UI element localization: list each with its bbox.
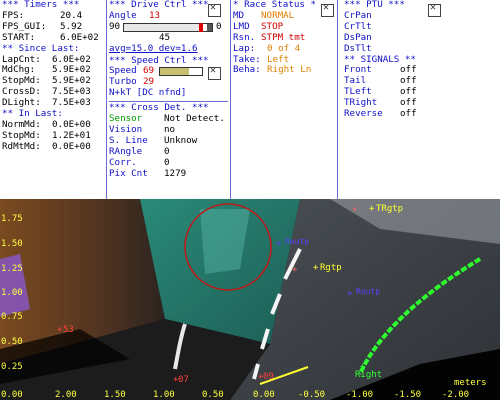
- race-row: Rsn. STPM tmt: [233, 31, 333, 44]
- y-tick-label: 0.00: [1, 390, 23, 400]
- signal-row: Reverse off: [344, 108, 444, 120]
- drive-ctrl-close-icon[interactable]: [208, 3, 221, 17]
- trgtp-label: TRgtp: [376, 204, 403, 214]
- timers-rows: FPS: 20.4 FPS_GUI: 5.92 START: 6.0E+02: [2, 10, 105, 44]
- race-label: Rsn.: [233, 31, 256, 43]
- ptu-item: DsTlt: [344, 42, 372, 54]
- speed-bar-fill: [160, 68, 189, 76]
- x-tick-label: -0.50: [298, 390, 325, 400]
- in-last-rows: NormMd: 0.0E+00 StopMd: 1.2E+01 RdMtMd: 0.0…: [2, 119, 105, 153]
- drive-ctrl-panel: *** Drive Ctrl *** Angle 13 90 0 45 avg=…: [109, 0, 228, 199]
- since-last-header: ** Since Last:: [2, 42, 80, 54]
- y-tick-label: 1.50: [1, 239, 23, 249]
- inlast-row: RdMtMd: 0.0E+00: [2, 140, 105, 153]
- x-axis-units: meters: [454, 378, 487, 388]
- race-status-close-icon[interactable]: [321, 3, 334, 17]
- ptu-panel: *** PTU *** CrPan CrTlt DsPan DsTlt ** S…: [344, 0, 444, 199]
- panel-divider: [230, 0, 231, 199]
- inlast-label: RdMtMd:: [2, 140, 41, 152]
- y-tick-label: 1.00: [1, 288, 23, 298]
- race-label: Lap:: [233, 42, 256, 54]
- x-tick-label: 1.50: [104, 390, 126, 400]
- race-value: 0 of 4: [267, 42, 301, 54]
- marker-rgtp: + Rgtp: [313, 263, 342, 273]
- angle-slider-end: [207, 24, 212, 32]
- nkt-text: N+kT [DC nfnd]: [109, 87, 187, 99]
- routp1-label: Routp: [285, 237, 309, 246]
- marker-07-label: 07: [178, 375, 189, 385]
- race-row: Lap: 0 of 4: [233, 42, 333, 55]
- cross-value: 1279: [164, 167, 187, 179]
- angle-slider[interactable]: [123, 23, 213, 33]
- x-tick-label: -1.50: [394, 390, 421, 400]
- trgtp-marker-icon: +: [369, 204, 375, 214]
- panel-divider: [106, 0, 107, 199]
- timer-value: 6.0E+02: [60, 31, 99, 43]
- routp1-marker-icon: +: [276, 239, 282, 249]
- speed-ctrl-close-icon[interactable]: [208, 66, 221, 80]
- right-label: Right: [355, 370, 382, 380]
- routp2-label: Routp: [356, 287, 380, 296]
- marker-09-label: 09: [263, 372, 274, 382]
- race-label: Beha:: [233, 64, 261, 76]
- app-root: *** Timers *** FPS: 20.4 FPS_GUI: 5.92 STA…: [0, 0, 500, 400]
- angle-slider-fill: [124, 24, 200, 32]
- routp2-marker-icon: +: [347, 289, 353, 299]
- ptu-close-icon[interactable]: [428, 3, 441, 17]
- race-status-panel: * Race Status * MD NORMAL LMD STOP Rsn. STP…: [233, 0, 333, 199]
- angle-value: 13: [149, 9, 161, 21]
- y-tick-label: 0.25: [1, 362, 23, 372]
- rgtp-label: Rgtp: [320, 263, 342, 273]
- red-marker-icon: +: [292, 265, 298, 275]
- cross-label: Corr.: [109, 156, 137, 168]
- slider-min-label: 90: [109, 20, 121, 32]
- race-value: Right Ln: [267, 64, 312, 76]
- timer-label: START:: [2, 31, 36, 43]
- cross-label: Pix Cnt: [109, 167, 148, 179]
- camera-view: + TRgtp + Rgtp + Routp + Routp + Right +…: [0, 199, 500, 400]
- signal-label: Reverse: [344, 108, 383, 120]
- y-tick-label: 1.75: [1, 214, 23, 224]
- cross-value: 0: [164, 156, 170, 168]
- marker-53-label: 53: [63, 325, 74, 335]
- cross-row: Corr. 0: [109, 156, 228, 169]
- ptu-item: DsPan: [344, 31, 372, 43]
- x-tick-label: 0.50: [202, 390, 224, 400]
- speed-bar: [159, 67, 203, 77]
- angle-slider-handle[interactable]: [198, 23, 203, 33]
- x-tick-label: 0.00: [253, 390, 275, 400]
- timers-panel: *** Timers *** FPS: 20.4 FPS_GUI: 5.92 STA…: [2, 0, 105, 199]
- signal-value: off: [400, 108, 417, 120]
- marker-trgtp: + TRgtp: [369, 204, 403, 214]
- timer-row: START: 6.0E+02: [2, 31, 105, 44]
- angle-slider-row: 90 0: [109, 20, 228, 33]
- rgtp-marker-icon: +: [313, 263, 319, 273]
- y-tick-label: 0.50: [1, 337, 23, 347]
- cross-row: Pix Cnt 1279: [109, 167, 228, 180]
- red-marker-icon: +: [352, 205, 358, 215]
- inlast-value: 0.0E+00: [52, 140, 91, 152]
- x-tick-label: 1.00: [153, 390, 175, 400]
- panel-divider: [337, 0, 338, 199]
- y-tick-label: 0.75: [1, 312, 23, 322]
- slider-max-label: 0: [216, 20, 222, 32]
- since-last-rows: LapCnt: 6.0E+02 MdChg: 5.9E+02 StopMd: 5.9E…: [2, 54, 105, 110]
- y-tick-label: 1.25: [1, 264, 23, 274]
- x-tick-label: -2.00: [442, 390, 469, 400]
- race-row: Beha: Right Ln: [233, 65, 333, 76]
- race-value: STPM tmt: [261, 31, 306, 43]
- x-tick-label: -1.00: [346, 390, 373, 400]
- x-tick-label: 2.00: [55, 390, 77, 400]
- camera-overlay: + TRgtp + Rgtp + Routp + Routp + Right +…: [0, 199, 500, 400]
